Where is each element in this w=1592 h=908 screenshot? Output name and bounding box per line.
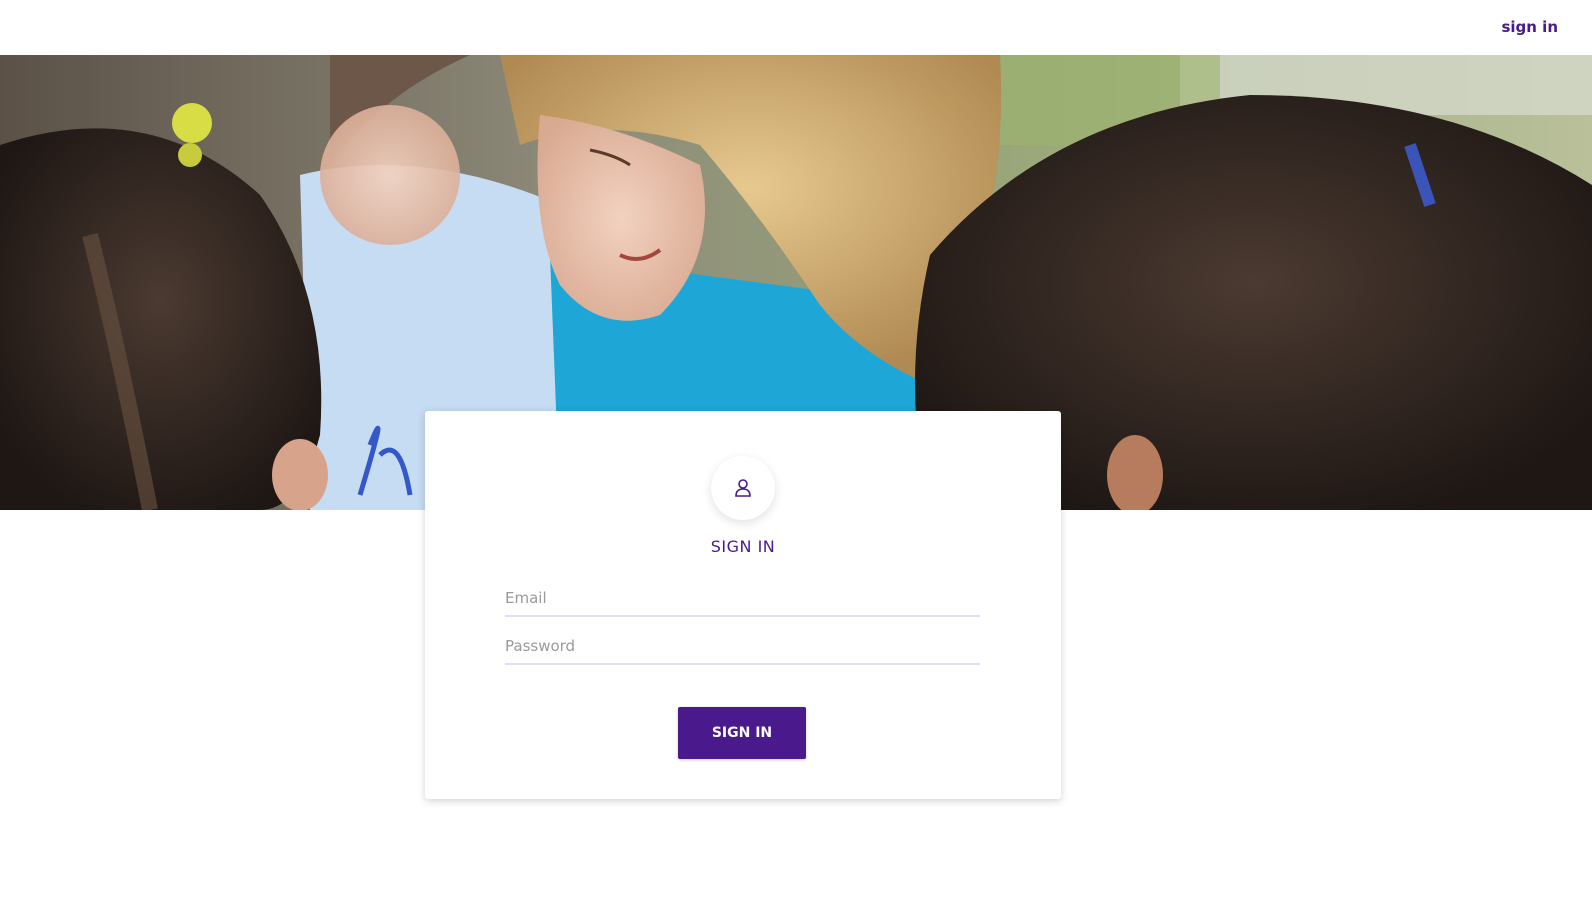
sign-in-button[interactable]: SIGN IN	[678, 707, 806, 759]
nav-sign-in-link[interactable]: sign in	[1501, 18, 1558, 36]
top-nav-bar: sign in	[0, 0, 1592, 55]
sign-in-title: SIGN IN	[710, 537, 776, 556]
password-field[interactable]	[505, 629, 980, 665]
avatar-badge	[711, 456, 775, 520]
user-icon	[735, 479, 751, 497]
sign-in-card: SIGN IN SIGN IN	[425, 411, 1061, 799]
email-field[interactable]	[505, 581, 980, 617]
